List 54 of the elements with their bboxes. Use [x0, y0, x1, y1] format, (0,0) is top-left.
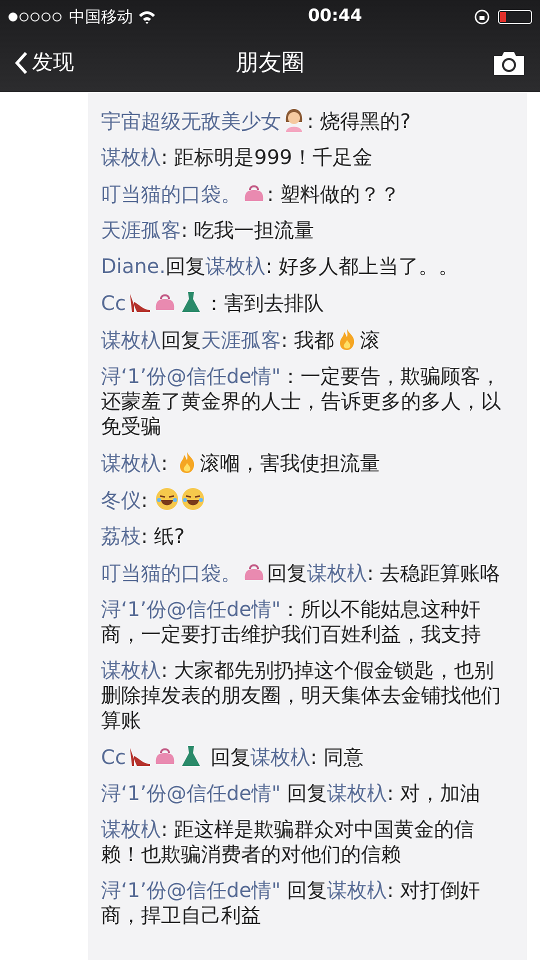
user-name-link[interactable]: 宇宙超级无敌美少女: [101, 108, 281, 132]
comment: 天涯孤客: 吃我一担流量: [101, 216, 316, 244]
user-name-link[interactable]: 谋枚杁: [206, 254, 266, 278]
comment: 冬仪:: [101, 481, 514, 518]
user-name-link[interactable]: 谋枚杁: [250, 744, 310, 768]
user-name-link[interactable]: 谋枚杁: [101, 816, 161, 840]
user-name-link[interactable]: 叮当猫的口袋。: [101, 182, 241, 206]
user-name-link[interactable]: 叮当猫的口袋。: [101, 560, 241, 584]
comment: 谋枚杁: 距标明是999！千足金: [101, 144, 374, 170]
comment: 宇宙超级无敌美少女 : 烧得黑的?: [101, 106, 412, 134]
user-name-link[interactable]: Diane.: [101, 254, 166, 278]
user-name-link[interactable]: 浔‘1’份@信任de情": [101, 780, 281, 804]
user-name-link[interactable]: Cc: [101, 290, 126, 314]
user-name-link[interactable]: 浔‘1’份@信任de情": [101, 596, 281, 620]
comment: 浔‘1’份@信任de情" 回复谋枚杁: 对，加油: [101, 780, 482, 806]
comment: Cc 回复谋枚杁: 同意: [101, 742, 364, 770]
comment: 荔枝: 纸?: [101, 522, 186, 550]
comment: 叮当猫的口袋。 回复谋枚杁: 去稳距算账咯: [101, 558, 502, 586]
comment: Diane.回复谋枚杁: 好多人都上当了。。: [101, 252, 460, 280]
comment: 浔‘1’份@信任de情"：一定要告，欺骗顾客，还蒙羞了黄金界的人士，告诉更多的多人，以免受骗: [101, 362, 502, 440]
user-name-link[interactable]: 谋枚杁: [101, 658, 161, 682]
user-name-link[interactable]: 谋枚杁: [101, 144, 161, 168]
user-name-link[interactable]: 谋枚杁: [101, 328, 161, 352]
laughing-face-icon: [181, 486, 206, 510]
comment: Cc ：害到去排队: [101, 288, 325, 316]
camera-icon[interactable]: [492, 50, 526, 76]
comment: 谋枚杁: 大家都先别扔掉这个假金锁匙，也别删除掉发表的朋友圈，明天集体去金铺找他们算账: [101, 656, 502, 734]
user-name-link[interactable]: 谋枚杁: [327, 878, 387, 902]
user-name-link[interactable]: 浔‘1’份@信任de情": [101, 878, 281, 902]
user-name-link[interactable]: 浔‘1’份@信任de情": [101, 364, 281, 388]
user-name-link[interactable]: 谋枚杁: [327, 780, 387, 804]
user-name-link[interactable]: Cc: [101, 744, 126, 768]
wifi-icon: [138, 10, 156, 24]
status-time: 00:44: [308, 5, 362, 28]
comment: 浔‘1’份@信任de情" 回复谋枚杁: 对打倒奸商，捍卫自己利益: [101, 876, 482, 928]
comment: 谋枚杁: 距这样是欺骗群众对中国黄金的信赖！也欺骗消费者的对他们的信赖: [101, 816, 476, 868]
comment: 叮当猫的口袋。 : 塑料做的？？: [101, 180, 402, 208]
laughing-face-icon: [155, 486, 180, 510]
battery-icon: [498, 10, 532, 24]
carrier-label: 中国移动: [69, 6, 133, 28]
user-name-link[interactable]: 天涯孤客: [101, 218, 181, 242]
signal-icon: [8, 12, 64, 22]
user-name-link[interactable]: 荔枝: [101, 524, 141, 548]
rotation-lock-icon: [474, 9, 490, 25]
user-name-link[interactable]: 冬仪: [101, 488, 141, 512]
back-button[interactable]: 发现: [14, 47, 74, 79]
comment: 浔‘1’份@信任de情"：所以不能姑息这种奸商，一定要打击维护我们百姓利益，我支持: [101, 596, 482, 648]
user-name-link[interactable]: 谋枚杁: [101, 450, 161, 474]
comment: 谋枚杁: 滚嗰，害我使担流量: [101, 448, 382, 476]
back-chevron-icon: [14, 51, 28, 75]
user-name-link[interactable]: 谋枚杁: [307, 560, 367, 584]
user-name-link[interactable]: 天涯孤客: [201, 328, 281, 352]
page-title: 朋友圈: [236, 48, 304, 78]
comment: 谋枚杁回复天涯孤客: 我都 滚: [101, 326, 382, 354]
